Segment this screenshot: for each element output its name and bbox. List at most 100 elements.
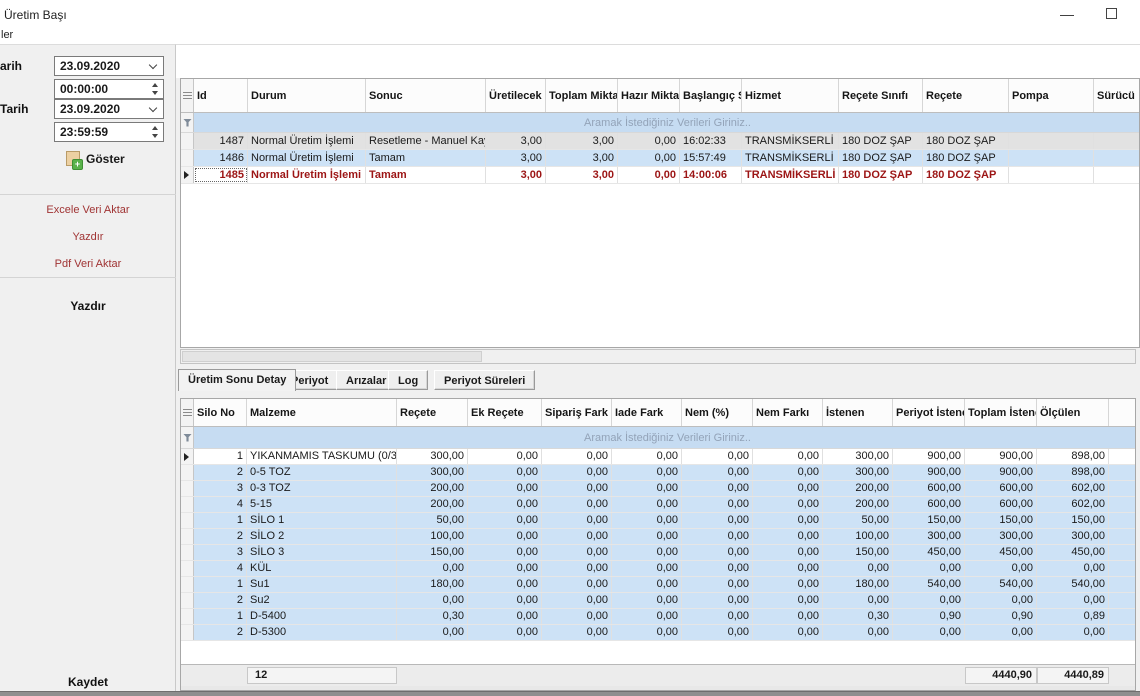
cell-nem[interactable]: 0,00 bbox=[682, 529, 753, 544]
minimize-button[interactable]: — bbox=[1054, 4, 1080, 24]
cell-nem[interactable]: 0,00 bbox=[682, 513, 753, 528]
cell-recete[interactable]: 0,00 bbox=[397, 593, 468, 608]
cell-pompa[interactable] bbox=[1009, 167, 1094, 183]
goster-button[interactable]: Göster bbox=[66, 151, 125, 169]
cell-malzeme[interactable]: YIKANMAMIS TASKUMU (0/3 mm) bbox=[247, 449, 397, 464]
cell-olculen[interactable]: 540,00 bbox=[1037, 577, 1109, 592]
cell-malzeme[interactable]: Su2 bbox=[247, 593, 397, 608]
row-indicator[interactable] bbox=[181, 481, 194, 496]
column-header-hazir[interactable]: Hazır Miktar bbox=[618, 79, 680, 112]
end-date-picker[interactable]: 23.09.2020 bbox=[54, 99, 164, 119]
cell-silo[interactable]: 3 bbox=[194, 481, 247, 496]
cell-ek_recete[interactable]: 0,00 bbox=[468, 481, 542, 496]
cell-siparis_fark[interactable]: 0,00 bbox=[542, 609, 612, 624]
cell-hizmet[interactable]: TRANSMİKSERLİ bbox=[742, 150, 839, 166]
cell-olculen[interactable]: 450,00 bbox=[1037, 545, 1109, 560]
cell-iade_fark[interactable]: 0,00 bbox=[612, 465, 682, 480]
cell-malzeme[interactable]: SİLO 3 bbox=[247, 545, 397, 560]
table-row[interactable]: 20-5 TOZ300,000,000,000,000,000,00300,00… bbox=[181, 465, 1136, 481]
cell-recete[interactable]: 180,00 bbox=[397, 577, 468, 592]
cell-recete[interactable]: 50,00 bbox=[397, 513, 468, 528]
cell-surucu[interactable] bbox=[1094, 150, 1140, 166]
column-header-recete[interactable]: Reçete bbox=[923, 79, 1009, 112]
cell-nem[interactable]: 0,00 bbox=[682, 449, 753, 464]
cell-hazir[interactable]: 0,00 bbox=[618, 133, 680, 149]
maximize-button[interactable] bbox=[1098, 4, 1124, 24]
cell-nem[interactable]: 0,00 bbox=[682, 545, 753, 560]
cell-siparis_fark[interactable]: 0,00 bbox=[542, 593, 612, 608]
row-indicator[interactable] bbox=[181, 513, 194, 528]
cell-toplam_istenen[interactable]: 540,00 bbox=[965, 577, 1037, 592]
cell-hizmet[interactable]: TRANSMİKSERLİ bbox=[742, 133, 839, 149]
column-chooser-button[interactable] bbox=[181, 79, 194, 112]
column-header-siparis_fark[interactable]: Sipariş Fark bbox=[542, 399, 612, 426]
cell-periyot_istenen[interactable]: 600,00 bbox=[893, 497, 965, 512]
cell-durum[interactable]: Normal Üretim İşlemi bbox=[248, 150, 366, 166]
cell-recete[interactable]: 300,00 bbox=[397, 465, 468, 480]
row-indicator[interactable] bbox=[181, 593, 194, 608]
table-row[interactable]: 30-3 TOZ200,000,000,000,000,000,00200,00… bbox=[181, 481, 1136, 497]
cell-ek_recete[interactable]: 0,00 bbox=[468, 609, 542, 624]
cell-periyot_istenen[interactable]: 450,00 bbox=[893, 545, 965, 560]
cell-malzeme[interactable]: KÜL bbox=[247, 561, 397, 576]
cell-siparis_fark[interactable]: 0,00 bbox=[542, 561, 612, 576]
cell-surucu[interactable] bbox=[1094, 133, 1140, 149]
cell-siparis_fark[interactable]: 0,00 bbox=[542, 529, 612, 544]
cell-durum[interactable]: Normal Üretim İşlemi bbox=[248, 133, 366, 149]
cell-silo[interactable]: 1 bbox=[194, 449, 247, 464]
cell-id[interactable]: 1486 bbox=[194, 150, 248, 166]
cell-periyot_istenen[interactable]: 0,00 bbox=[893, 561, 965, 576]
column-header-hizmet[interactable]: Hizmet bbox=[742, 79, 839, 112]
export-pdf-link[interactable]: Pdf Veri Aktar bbox=[0, 258, 176, 270]
row-indicator[interactable] bbox=[181, 609, 194, 624]
cell-sonuc[interactable]: Tamam bbox=[366, 167, 486, 183]
column-header-surucu[interactable]: Sürücü bbox=[1094, 79, 1140, 112]
cell-olculen[interactable]: 0,00 bbox=[1037, 561, 1109, 576]
cell-silo[interactable]: 2 bbox=[194, 593, 247, 608]
cell-istenen[interactable]: 0,00 bbox=[823, 625, 893, 640]
cell-ek_recete[interactable]: 0,00 bbox=[468, 529, 542, 544]
cell-toplam[interactable]: 3,00 bbox=[546, 133, 618, 149]
column-header-durum[interactable]: Durum bbox=[248, 79, 366, 112]
cell-ek_recete[interactable]: 0,00 bbox=[468, 545, 542, 560]
cell-recete[interactable]: 300,00 bbox=[397, 449, 468, 464]
cell-olculen[interactable]: 0,00 bbox=[1037, 593, 1109, 608]
cell-recete[interactable]: 0,00 bbox=[397, 625, 468, 640]
cell-periyot_istenen[interactable]: 0,90 bbox=[893, 609, 965, 624]
cell-malzeme[interactable]: 0-5 TOZ bbox=[247, 465, 397, 480]
cell-iade_fark[interactable]: 0,00 bbox=[612, 561, 682, 576]
cell-toplam_istenen[interactable]: 450,00 bbox=[965, 545, 1037, 560]
cell-siparis_fark[interactable]: 0,00 bbox=[542, 577, 612, 592]
table-row[interactable]: 1YIKANMAMIS TASKUMU (0/3 mm)300,000,000,… bbox=[181, 449, 1136, 465]
cell-malzeme[interactable]: Su1 bbox=[247, 577, 397, 592]
spinner-up-down-icon[interactable] bbox=[147, 81, 161, 97]
cell-istenen[interactable]: 0,00 bbox=[823, 561, 893, 576]
cell-baslangic[interactable]: 15:57:49 bbox=[680, 150, 742, 166]
cell-olculen[interactable]: 898,00 bbox=[1037, 465, 1109, 480]
cell-silo[interactable]: 2 bbox=[194, 529, 247, 544]
cell-nem[interactable]: 0,00 bbox=[682, 577, 753, 592]
table-row[interactable]: 2Su20,000,000,000,000,000,000,000,000,00… bbox=[181, 593, 1136, 609]
cell-ek_recete[interactable]: 0,00 bbox=[468, 625, 542, 640]
cell-iade_fark[interactable]: 0,00 bbox=[612, 625, 682, 640]
cell-recete[interactable]: 180 DOZ ŞAP bbox=[923, 150, 1009, 166]
cell-toplam_istenen[interactable]: 150,00 bbox=[965, 513, 1037, 528]
cell-ek_recete[interactable]: 0,00 bbox=[468, 465, 542, 480]
cell-nem_farki[interactable]: 0,00 bbox=[753, 625, 823, 640]
cell-nem_farki[interactable]: 0,00 bbox=[753, 577, 823, 592]
cell-malzeme[interactable]: 0-3 TOZ bbox=[247, 481, 397, 496]
cell-nem_farki[interactable]: 0,00 bbox=[753, 513, 823, 528]
cell-recete[interactable]: 100,00 bbox=[397, 529, 468, 544]
cell-recete[interactable]: 150,00 bbox=[397, 545, 468, 560]
cell-ek_recete[interactable]: 0,00 bbox=[468, 449, 542, 464]
cell-silo[interactable]: 4 bbox=[194, 561, 247, 576]
cell-uretilecek[interactable]: 3,00 bbox=[486, 133, 546, 149]
cell-periyot_istenen[interactable]: 600,00 bbox=[893, 481, 965, 496]
table-row[interactable]: 2SİLO 2100,000,000,000,000,000,00100,003… bbox=[181, 529, 1136, 545]
kaydet-button[interactable]: Kaydet bbox=[0, 675, 176, 689]
cell-hazir[interactable]: 0,00 bbox=[618, 150, 680, 166]
cell-siparis_fark[interactable]: 0,00 bbox=[542, 449, 612, 464]
column-header-nem_farki[interactable]: Nem Farkı bbox=[753, 399, 823, 426]
cell-nem_farki[interactable]: 0,00 bbox=[753, 449, 823, 464]
horizontal-scrollbar[interactable] bbox=[180, 349, 1136, 364]
